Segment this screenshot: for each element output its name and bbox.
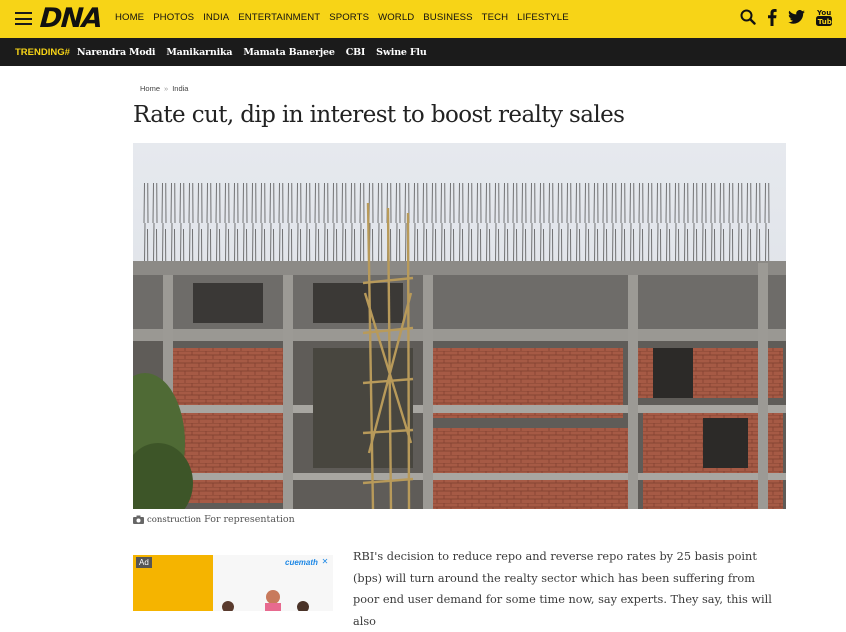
trending-item[interactable]: Swine Flu: [376, 47, 427, 58]
article-body: RBI's decision to reduce repo and revers…: [353, 550, 772, 628]
search-icon[interactable]: [740, 6, 756, 28]
camera-icon: [133, 515, 144, 524]
ad-label: Ad: [136, 557, 152, 568]
twitter-icon[interactable]: [788, 6, 805, 28]
trending-item[interactable]: Mamata Banerjee: [243, 47, 335, 58]
hamburger-menu-icon[interactable]: [15, 12, 32, 25]
nav-tech[interactable]: TECH: [482, 12, 509, 23]
breadcrumb-india[interactable]: India: [172, 84, 188, 93]
image-caption: construction For representation: [133, 514, 295, 525]
trending-item[interactable]: Manikarnika: [166, 47, 232, 58]
ad-brand: cuemath: [285, 558, 318, 567]
article-hero-image: [133, 143, 786, 509]
nav-lifestyle[interactable]: LIFESTYLE: [517, 12, 569, 23]
header-tools: YouTube: [740, 6, 832, 28]
breadcrumb-home[interactable]: Home: [140, 84, 160, 93]
trending-item[interactable]: CBI: [346, 47, 366, 58]
article-title: Rate cut, dip in interest to boost realt…: [133, 102, 625, 128]
site-logo[interactable]: DNA: [39, 3, 103, 34]
nav-entertainment[interactable]: ENTERTAINMENT: [238, 12, 320, 23]
advertisement[interactable]: Ad cuemath ✕: [133, 555, 333, 611]
trending-bar: TRENDING# Narendra Modi Manikarnika Mama…: [0, 38, 846, 66]
nav-world[interactable]: WORLD: [378, 12, 414, 23]
svg-text:Tube: Tube: [818, 18, 832, 26]
top-navigation-bar: DNA HOME PHOTOS INDIA ENTERTAINMENT SPOR…: [0, 0, 846, 38]
facebook-icon[interactable]: [767, 6, 777, 28]
svg-text:You: You: [816, 9, 831, 17]
trending-label: TRENDING#: [15, 46, 70, 58]
nav-india[interactable]: INDIA: [203, 12, 229, 23]
close-icon[interactable]: ✕: [319, 557, 331, 567]
nav-home[interactable]: HOME: [115, 12, 144, 23]
nav-business[interactable]: BUSINESS: [423, 12, 472, 23]
breadcrumb-separator-icon: »: [164, 84, 169, 93]
nav-photos[interactable]: PHOTOS: [153, 12, 194, 23]
breadcrumb: Home » India: [140, 84, 188, 93]
nav-sports[interactable]: SPORTS: [329, 12, 369, 23]
trending-item[interactable]: Narendra Modi: [77, 47, 156, 58]
youtube-icon[interactable]: YouTube: [816, 6, 832, 28]
caption-tag: construction: [147, 514, 202, 525]
caption-text: For representation: [204, 514, 295, 525]
main-nav: HOME PHOTOS INDIA ENTERTAINMENT SPORTS W…: [115, 12, 578, 23]
